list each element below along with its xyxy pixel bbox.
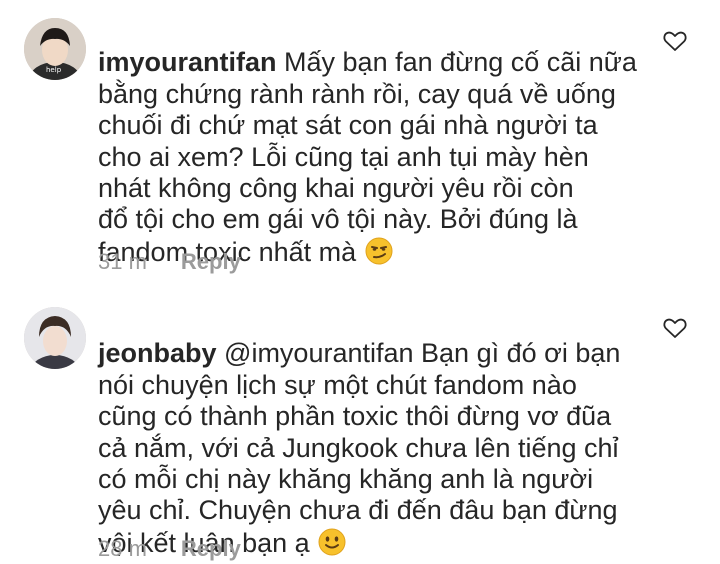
comment-username[interactable]: imyourantifan xyxy=(98,47,277,77)
reply-button[interactable]: Reply xyxy=(181,249,241,274)
comment-username[interactable]: jeonbaby xyxy=(98,338,217,368)
like-heart-icon[interactable] xyxy=(663,30,687,52)
smirking-face-emoji-icon xyxy=(365,237,393,265)
comment-meta: 31 m Reply xyxy=(98,249,241,275)
comment-item: help imyourantifan Mấy bạn fan đừng cố c… xyxy=(0,0,720,290)
slightly-smiling-face-emoji-icon xyxy=(318,528,346,556)
like-heart-icon[interactable] xyxy=(663,317,687,339)
comment-timestamp: 31 m xyxy=(98,249,147,274)
avatar-caption: help xyxy=(46,66,62,74)
comment-text: imyourantifan Mấy bạn fan đừng cố cãi nữ… xyxy=(98,16,658,268)
comment-timestamp: 28 m xyxy=(98,536,147,561)
avatar[interactable] xyxy=(24,307,86,369)
avatar-photo xyxy=(24,307,86,369)
comment-body: @imyourantifan Bạn gì đó ơi bạn nói chuy… xyxy=(98,338,621,558)
avatar[interactable]: help xyxy=(24,18,86,80)
comment-meta: 28 m Reply xyxy=(98,536,241,562)
comment-item: jeonbaby @imyourantifan Bạn gì đó ơi bạn… xyxy=(0,290,720,564)
comment-body: Mấy bạn fan đừng cố cãi nữa bằng chứng r… xyxy=(98,47,637,267)
reply-button[interactable]: Reply xyxy=(181,536,241,561)
comment-text: jeonbaby @imyourantifan Bạn gì đó ơi bạn… xyxy=(98,307,658,559)
